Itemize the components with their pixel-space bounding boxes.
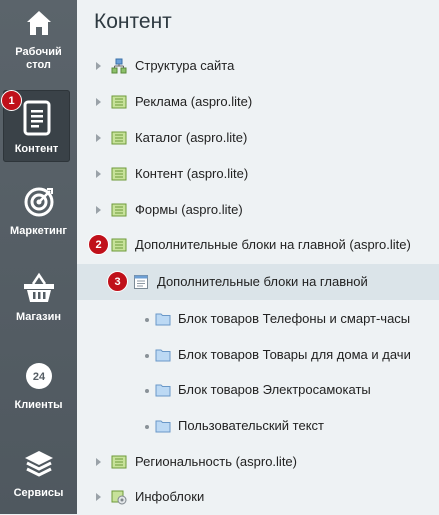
sidebar-item-shop[interactable]: Магазин bbox=[0, 272, 77, 324]
sidebar-item-label: Контент bbox=[14, 143, 59, 155]
bullet-icon bbox=[145, 354, 149, 358]
sidebar: Рабочий стол Контент 1 Маркетинг Магазин… bbox=[0, 0, 77, 514]
sitemap-icon bbox=[111, 58, 127, 74]
step-badge: 2 bbox=[88, 234, 109, 255]
iblock-icon bbox=[111, 95, 127, 109]
tree-item-label: Региональность (aspro.lite) bbox=[135, 454, 297, 469]
expand-arrow-icon[interactable] bbox=[96, 134, 101, 142]
step-badge: 3 bbox=[107, 271, 128, 292]
tree-item-label: Реклама (aspro.lite) bbox=[135, 94, 253, 109]
folder-icon bbox=[155, 313, 171, 326]
expand-arrow-icon[interactable] bbox=[96, 493, 101, 501]
expand-arrow-icon[interactable] bbox=[96, 170, 101, 178]
step-badge: 1 bbox=[1, 90, 22, 111]
tree-item-section[interactable]: Блок товаров Телефоны и смарт-часы bbox=[77, 301, 439, 337]
tree-item-label: Блок товаров Телефоны и смарт-часы bbox=[178, 311, 411, 326]
iblock-icon bbox=[111, 167, 127, 181]
sidebar-item-label: Рабочий стол bbox=[15, 46, 62, 71]
sidebar-item-label: Клиенты bbox=[14, 399, 63, 411]
tree-item-section[interactable]: Блок товаров Электросамокаты bbox=[77, 372, 439, 408]
tree-item-forms[interactable]: Формы (aspro.lite) bbox=[77, 192, 439, 228]
svg-text:24: 24 bbox=[32, 371, 45, 383]
tree-item-label: Блок товаров Товары для дома и дачи bbox=[178, 347, 411, 362]
sidebar-item-clients[interactable]: 24 Клиенты bbox=[0, 360, 77, 412]
sidebar-item-label: Магазин bbox=[15, 311, 62, 323]
tree-item-catalog[interactable]: Каталог (aspro.lite) bbox=[77, 120, 439, 156]
folder-icon bbox=[155, 349, 171, 362]
tree-item-label: Пользовательский текст bbox=[178, 418, 325, 433]
sidebar-item-marketing[interactable]: Маркетинг bbox=[0, 186, 77, 238]
document-icon bbox=[23, 100, 50, 136]
list-icon bbox=[134, 275, 148, 289]
tree-item-label: Формы (aspro.lite) bbox=[135, 202, 243, 217]
sidebar-item-desktop[interactable]: Рабочий стол bbox=[0, 8, 77, 78]
tree-item-label: Дополнительные блоки на главной bbox=[157, 274, 368, 289]
tree-item-label: Инфоблоки bbox=[135, 489, 205, 504]
expand-arrow-icon[interactable] bbox=[96, 62, 101, 70]
iblocks-gear-icon bbox=[111, 490, 127, 505]
home-icon bbox=[26, 11, 51, 35]
page-title: Контент bbox=[94, 10, 172, 33]
sidebar-item-services[interactable]: Сервисы bbox=[0, 448, 77, 500]
target-icon bbox=[24, 187, 53, 217]
basket-icon bbox=[23, 272, 54, 302]
tree-item-iblocks[interactable]: Инфоблоки bbox=[77, 479, 439, 515]
tree-item-regional[interactable]: Региональность (aspro.lite) bbox=[77, 444, 439, 480]
expand-arrow-icon[interactable] bbox=[96, 206, 101, 214]
tree-item-extra-blocks-list[interactable]: 3 Дополнительные блоки на главной bbox=[77, 264, 439, 300]
sidebar-item-label: Сервисы bbox=[13, 487, 64, 499]
tree-item-label: Каталог (aspro.lite) bbox=[135, 130, 248, 145]
tree-item-extra-blocks[interactable]: 2 Дополнительные блоки на главной (aspro… bbox=[77, 227, 439, 263]
tree-item-ads[interactable]: Реклама (aspro.lite) bbox=[77, 84, 439, 120]
iblock-icon bbox=[111, 131, 127, 145]
folder-icon bbox=[155, 420, 171, 433]
tree-item-section[interactable]: Пользовательский текст bbox=[77, 408, 439, 444]
iblock-icon bbox=[111, 238, 127, 252]
layers-icon bbox=[24, 451, 53, 477]
tree-item-label: Блок товаров Электросамокаты bbox=[178, 382, 371, 397]
folder-icon bbox=[155, 384, 171, 397]
expand-arrow-icon[interactable] bbox=[96, 98, 101, 106]
tree-item-section[interactable]: Блок товаров Товары для дома и дачи bbox=[77, 337, 439, 373]
bullet-icon bbox=[145, 318, 149, 322]
tree-item-content[interactable]: Контент (aspro.lite) bbox=[77, 156, 439, 192]
sidebar-item-label: Маркетинг bbox=[10, 225, 67, 237]
iblock-icon bbox=[111, 455, 127, 469]
tree-item-label: Структура сайта bbox=[135, 58, 235, 73]
iblock-icon bbox=[111, 203, 127, 217]
clients-icon: 24 bbox=[25, 363, 52, 389]
bullet-icon bbox=[145, 389, 149, 393]
tree-item-structure[interactable]: Структура сайта bbox=[77, 48, 439, 84]
tree-item-label: Дополнительные блоки на главной (aspro.l… bbox=[135, 237, 411, 252]
tree-item-label: Контент (aspro.lite) bbox=[135, 166, 249, 181]
bullet-icon bbox=[145, 425, 149, 429]
expand-arrow-icon[interactable] bbox=[96, 458, 101, 466]
main-content: Контент Структура сайта Реклама (aspro.l… bbox=[77, 0, 439, 514]
